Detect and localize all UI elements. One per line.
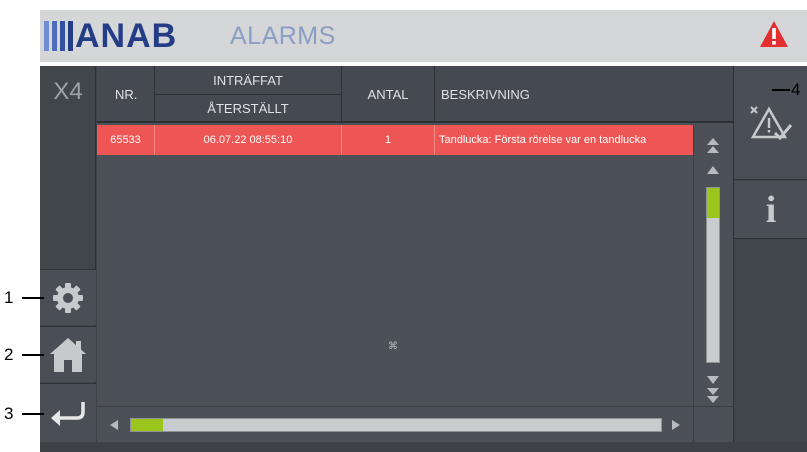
cell-occurred: 06.07.22 08:55:10 — [155, 125, 342, 155]
vertical-scrollbar[interactable] — [693, 125, 733, 406]
table-header: NR. INTRÄFFAT ÅTERSTÄLLT ANTAL BESKRIVNI… — [97, 66, 733, 123]
scroll-right-icon[interactable] — [671, 419, 681, 431]
callout-line-3 — [22, 413, 44, 415]
page-title: ALARMS — [230, 22, 336, 50]
warning-triangle-icon[interactable] — [759, 20, 789, 48]
center-marker: ⌘ — [388, 341, 398, 352]
home-button[interactable] — [40, 326, 96, 382]
scroll-down-icon[interactable] — [706, 375, 720, 385]
table-row[interactable]: 65533 06.07.22 08:55:10 1 Tandlucka: För… — [97, 125, 693, 155]
callout-4: 4 — [791, 80, 801, 99]
logo-bars — [44, 21, 73, 51]
right-sidebar: i — [733, 66, 807, 442]
logo-bar — [68, 21, 73, 51]
station-label: X4 — [53, 78, 83, 105]
return-arrow-icon — [51, 402, 85, 426]
column-header-time: INTRÄFFAT ÅTERSTÄLLT — [155, 66, 342, 123]
callout-line-4 — [772, 89, 790, 91]
logo-text: ANAB — [75, 17, 178, 55]
scroll-top-icon[interactable] — [706, 137, 720, 155]
acknowledge-alarm-icon — [750, 105, 793, 140]
home-icon — [50, 337, 86, 372]
anab-logo: ANAB — [44, 18, 177, 54]
logo-bar — [52, 21, 57, 51]
scroll-bottom-icon[interactable] — [706, 387, 720, 405]
cell-count: 1 — [342, 125, 435, 155]
column-header-reset: ÅTERSTÄLLT — [207, 100, 289, 116]
vertical-scroll-track[interactable] — [706, 187, 720, 363]
column-header-nr: NR. — [97, 66, 155, 123]
info-button[interactable]: i — [734, 181, 807, 239]
column-header-description: BESKRIVNING — [441, 87, 530, 102]
horizontal-scroll-track[interactable] — [130, 418, 662, 432]
scroll-up-icon[interactable] — [706, 165, 720, 175]
callout-1: 1 — [4, 288, 14, 307]
info-icon: i — [765, 188, 777, 231]
callout-3: 3 — [4, 404, 14, 423]
logo-bar — [44, 21, 49, 51]
horizontal-scroll-thumb[interactable] — [131, 419, 163, 431]
cell-description: Tandlucka: Första rörelse var en tandluc… — [439, 134, 647, 146]
column-header-occurred: INTRÄFFAT — [155, 67, 341, 95]
header-bar: ANAB ALARMS — [40, 10, 807, 62]
vertical-scroll-thumb[interactable] — [707, 188, 719, 218]
callout-2: 2 — [4, 345, 14, 364]
alarms-screen: ANAB ALARMS X4 NR. INTRÄFFAT ÅTERSTÄLLT … — [0, 0, 807, 452]
alarm-panel: X4 NR. INTRÄFFAT ÅTERSTÄLLT ANTAL BESKRI… — [40, 66, 807, 443]
horizontal-scrollbar[interactable] — [97, 406, 733, 443]
scroll-corner — [693, 407, 733, 443]
callout-line-1 — [22, 297, 44, 299]
logo-bar — [60, 21, 65, 51]
alarm-table: NR. INTRÄFFAT ÅTERSTÄLLT ANTAL BESKRIVNI… — [97, 66, 733, 443]
cell-nr: 65533 — [97, 125, 155, 155]
settings-button[interactable] — [40, 269, 96, 325]
gear-icon — [53, 282, 83, 313]
left-sidebar: X4 — [40, 66, 96, 442]
scroll-left-icon[interactable] — [109, 419, 119, 431]
column-header-count: ANTAL — [342, 66, 435, 123]
footer-bar — [40, 442, 807, 452]
back-button[interactable] — [40, 383, 96, 442]
callout-line-2 — [22, 354, 44, 356]
